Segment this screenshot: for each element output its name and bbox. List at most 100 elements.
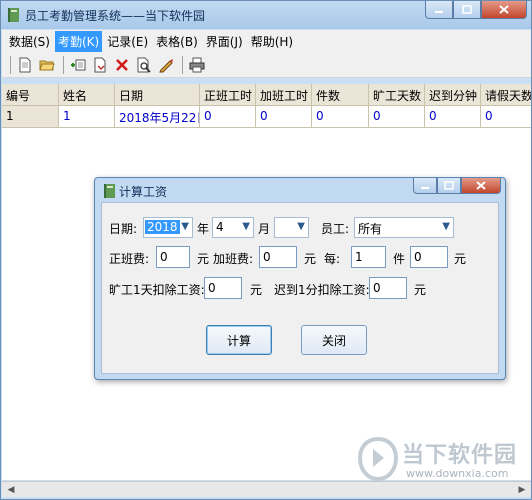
cell-id[interactable]: 1 xyxy=(2,106,59,128)
piece-rate-unit: 元 xyxy=(454,252,467,266)
watermark-url: www.downxia.com xyxy=(406,467,509,480)
close-button[interactable] xyxy=(481,1,527,19)
chevron-down-icon: ▼ xyxy=(442,221,450,232)
menu-record[interactable]: 记录(E) xyxy=(104,31,151,52)
watermark-text: 当下软件园 xyxy=(402,443,518,468)
cell-name[interactable]: 1 xyxy=(59,106,115,128)
per-quantity-input[interactable] xyxy=(351,246,386,268)
piece-rate-input[interactable] xyxy=(410,246,448,268)
column-header-regular-hours[interactable]: 正班工时 xyxy=(200,84,256,106)
print-button[interactable] xyxy=(187,55,207,75)
minimize-icon xyxy=(435,10,443,13)
toolbar xyxy=(2,52,531,78)
base-pay-input[interactable] xyxy=(156,246,190,268)
close-icon xyxy=(499,5,509,14)
overtime-pay-label: 加班费: xyxy=(213,252,254,266)
column-header-overtime-hours[interactable]: 加班工时 xyxy=(256,84,312,106)
base-pay-label: 正班费: xyxy=(109,252,150,266)
add-record-icon xyxy=(71,59,86,70)
toolbar-separator xyxy=(63,55,64,74)
preview-icon xyxy=(137,57,151,73)
menu-bar: 数据(S) 考勤(K) 记录(E) 表格(B) 界面(J) 帮助(H) xyxy=(2,30,531,52)
overtime-pay-unit: 元 xyxy=(304,252,317,266)
minimize-icon xyxy=(421,186,429,189)
dialog-caption-buttons xyxy=(413,178,501,194)
dialog-close-button[interactable] xyxy=(461,178,501,194)
export-icon xyxy=(94,57,106,72)
cell-regular-hours[interactable]: 0 xyxy=(200,106,256,128)
column-header-date[interactable]: 日期 xyxy=(115,84,200,106)
menu-help[interactable]: 帮助(H) xyxy=(248,31,296,52)
delete-button[interactable] xyxy=(112,55,132,75)
add-record-button[interactable] xyxy=(68,55,88,75)
date-label: 日期: xyxy=(109,222,138,236)
cell-pieces[interactable]: 0 xyxy=(312,106,369,128)
app-book-icon xyxy=(8,8,19,22)
column-header-late-minutes[interactable]: 迟到分钟 xyxy=(425,84,481,106)
scroll-left-icon[interactable]: ◀ xyxy=(5,484,17,496)
export-button[interactable] xyxy=(90,55,110,75)
cell-absent-days[interactable]: 0 xyxy=(369,106,425,128)
chevron-down-icon: ▼ xyxy=(181,221,189,232)
grid-header-row: 编号 姓名 日期 正班工时 加班工时 件数 旷工天数 迟到分钟 请假天数 xyxy=(2,84,531,106)
late-deduction-input[interactable] xyxy=(369,277,407,299)
title-bar[interactable]: 员工考勤管理系统——当下软件园 xyxy=(1,1,531,29)
edit-button[interactable] xyxy=(156,55,176,75)
month-select[interactable]: 4 ▼ xyxy=(212,217,254,238)
menu-table[interactable]: 表格(B) xyxy=(153,31,201,52)
cell-date[interactable]: 2018年5月22日 xyxy=(115,106,200,128)
chevron-down-icon: ▼ xyxy=(297,221,305,232)
new-button[interactable] xyxy=(15,55,35,75)
maximize-button[interactable] xyxy=(453,1,481,19)
year-unit: 年 xyxy=(197,222,210,236)
late-deduction-unit: 元 xyxy=(414,283,427,297)
window-title: 员工考勤管理系统——当下软件园 xyxy=(25,9,206,23)
per-label: 每: xyxy=(324,252,341,266)
column-header-pieces[interactable]: 件数 xyxy=(312,84,369,106)
day-select[interactable]: ▼ xyxy=(274,217,309,238)
menu-interface[interactable]: 界面(J) xyxy=(203,31,246,52)
dialog-maximize-button[interactable] xyxy=(437,178,461,194)
column-header-absent-days[interactable]: 旷工天数 xyxy=(369,84,425,106)
dialog-body: 日期: 2018 ▼ 年 4 ▼ 月 ▼ 员工: 所有 ▼ 正班费: 元 加班费… xyxy=(101,202,499,374)
late-deduction-label: 迟到1分扣除工资: xyxy=(274,283,370,297)
employee-select[interactable]: 所有 ▼ xyxy=(354,217,454,238)
new-icon xyxy=(19,57,31,72)
salary-dialog: 计算工资 日期: 2018 ▼ 年 4 ▼ 月 ▼ 员工: 所有 ▼ 正班费: … xyxy=(94,177,506,380)
calculate-button[interactable]: 计算 xyxy=(206,325,272,355)
preview-button[interactable] xyxy=(134,55,154,75)
edit-pencil-icon xyxy=(159,58,173,72)
column-header-name[interactable]: 姓名 xyxy=(59,84,115,106)
dialog-close-action-button[interactable]: 关闭 xyxy=(301,325,367,355)
window-caption-buttons xyxy=(425,1,527,21)
chevron-down-icon: ▼ xyxy=(242,221,250,232)
column-header-leave-days[interactable]: 请假天数 xyxy=(481,84,531,106)
menu-data[interactable]: 数据(S) xyxy=(6,31,53,52)
absence-deduction-input[interactable] xyxy=(204,277,242,299)
menu-attendance[interactable]: 考勤(K) xyxy=(54,30,103,52)
table-row[interactable]: 1 1 2018年5月22日 0 0 0 0 0 0 xyxy=(2,106,531,128)
dialog-title-bar[interactable]: 计算工资 xyxy=(95,178,505,202)
dialog-minimize-button[interactable] xyxy=(413,178,437,194)
base-pay-unit: 元 xyxy=(197,252,210,266)
cell-overtime-hours[interactable]: 0 xyxy=(256,106,312,128)
per-unit: 件 xyxy=(393,252,406,266)
open-button[interactable] xyxy=(37,55,57,75)
year-value: 2018 xyxy=(145,220,180,234)
watermark-logo-icon xyxy=(358,437,398,481)
cell-late-minutes[interactable]: 0 xyxy=(425,106,481,128)
absence-deduction-unit: 元 xyxy=(250,283,263,297)
month-value: 4 xyxy=(216,220,224,234)
column-header-id[interactable]: 编号 xyxy=(2,84,59,106)
cell-leave-days[interactable]: 0 xyxy=(481,106,531,128)
employee-label: 员工: xyxy=(321,222,350,236)
toolbar-separator xyxy=(10,55,11,74)
overtime-pay-input[interactable] xyxy=(259,246,297,268)
maximize-icon xyxy=(444,181,454,190)
delete-icon xyxy=(116,58,128,71)
dialog-book-icon xyxy=(104,184,115,198)
toolbar-separator xyxy=(182,55,183,74)
minimize-button[interactable] xyxy=(425,1,453,19)
month-unit: 月 xyxy=(258,222,271,236)
year-select[interactable]: 2018 ▼ xyxy=(143,217,193,238)
